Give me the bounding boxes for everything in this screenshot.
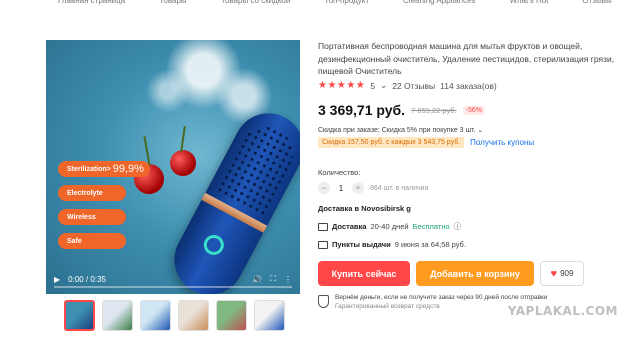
top-navigation: Главная страница Товары Товары со скидко… — [0, 0, 640, 8]
truck-icon — [318, 222, 328, 231]
chevron-down-icon: ⌄ — [477, 127, 484, 134]
play-icon[interactable]: ▶ — [54, 275, 60, 284]
order-discount-text[interactable]: Скидка при заказе: Скидка 5% при покупке… — [318, 126, 632, 134]
nav-item-sale[interactable]: Товары со скидкой — [221, 0, 291, 8]
watermark-logo: YAPLAKAL.COM — [507, 304, 618, 318]
pickup-info: 9 июня за 64,58 руб. — [394, 240, 466, 249]
feature-safe: Safe — [58, 233, 126, 249]
nav-item-reviews[interactable]: Отзывы — [582, 0, 611, 8]
delivery-row: Доставка 20-40 дней Бесплатно ⓘ — [318, 221, 632, 232]
wishlist-button[interactable]: ♥ 909 — [540, 261, 584, 286]
delivery-free: Бесплатно — [412, 222, 450, 231]
coupon-row: Скидка 157,50 руб. с каждых 3 543,75 руб… — [318, 137, 632, 148]
shield-icon — [318, 295, 329, 308]
buy-now-button[interactable]: Купить сейчас — [318, 261, 410, 286]
reviews-link[interactable]: 22 Отзывы — [392, 81, 435, 91]
quantity-stepper: − 1 + 864 шт. в наличии — [318, 182, 632, 194]
quantity-value[interactable]: 1 — [336, 184, 346, 193]
thumbnail-1[interactable] — [64, 300, 95, 331]
nav-item-cleaning[interactable]: Cleaning Appliances — [403, 0, 476, 8]
pickup-row: Пункты выдачи 9 июня за 64,58 руб. — [318, 240, 632, 249]
rating-value: 5 — [370, 80, 376, 91]
feature-list: Sterilization> 99,9% Electrolyte Wireless… — [58, 161, 150, 249]
guarantee-title: Вернём деньги, если не получите заказ че… — [335, 294, 548, 301]
thumbnail-2[interactable] — [102, 300, 133, 331]
price-row: 3 369,71 руб. 7 659,22 руб. -56% — [318, 102, 632, 118]
thumbnail-5[interactable] — [216, 300, 247, 331]
product-video[interactable]: Sterilization> 99,9% Electrolyte Wireless… — [46, 40, 300, 294]
discount-badge: -56% — [462, 105, 486, 115]
more-icon[interactable]: ⋮ — [284, 275, 292, 284]
quantity-label: Количество: — [318, 168, 361, 177]
add-to-cart-button[interactable]: Добавить в корзину — [416, 261, 534, 286]
video-time: 0:00 / 0:35 — [68, 274, 106, 284]
action-buttons: Купить сейчас Добавить в корзину ♥ 909 — [318, 261, 632, 286]
cherry-image — [170, 150, 196, 176]
star-rating-icon: ★★★★★ — [318, 80, 366, 91]
nav-item-top[interactable]: Топ-продукт — [324, 0, 369, 8]
wishlist-count: 909 — [560, 269, 574, 278]
feature-sterilization: Sterilization> 99,9% — [58, 161, 150, 177]
info-icon[interactable]: ⓘ — [454, 221, 462, 232]
volume-icon[interactable]: 🔊 — [252, 275, 262, 284]
fullscreen-icon[interactable]: ⛶ — [270, 274, 276, 284]
nav-item-home[interactable]: Главная страница — [58, 0, 125, 8]
thumbnail-6[interactable] — [254, 300, 285, 331]
nav-item-hot[interactable]: What's Hot — [510, 0, 549, 8]
increase-button[interactable]: + — [352, 182, 364, 194]
decrease-button[interactable]: − — [318, 182, 330, 194]
pickup-point-icon — [318, 240, 328, 249]
current-price: 3 369,71 руб. — [318, 102, 406, 118]
heart-icon: ♥ — [550, 267, 558, 280]
video-controls: ▶ 0:00 / 0:35 🔊 ⛶ ⋮ — [46, 264, 300, 294]
product-info: Портативная беспроводная машина для мыть… — [318, 40, 632, 311]
thumbnail-4[interactable] — [178, 300, 209, 331]
orders-count: 114 заказа(ов) — [440, 80, 497, 91]
rating-row: ★★★★★ 5 ⌄ 22 Отзывы 114 заказа(ов) — [318, 80, 632, 91]
stock-count: 864 шт. в наличии — [370, 184, 429, 192]
get-coupons-link[interactable]: Получить купоны — [470, 138, 534, 147]
chevron-down-icon[interactable]: ⌄ — [380, 80, 387, 91]
nav-item-products[interactable]: Товары — [159, 0, 187, 8]
delivery-time: 20-40 дней — [370, 222, 409, 231]
thumbnail-strip — [64, 300, 285, 331]
product-title: Портативная беспроводная машина для мыть… — [318, 41, 615, 76]
feature-wireless: Wireless — [58, 209, 126, 225]
thumbnail-3[interactable] — [140, 300, 171, 331]
old-price: 7 659,22 руб. — [411, 105, 457, 115]
delivery-destination[interactable]: Доставка в Novosibirsk g — [318, 204, 632, 213]
coupon-badge: Скидка 157,50 руб. с каждых 3 543,75 руб… — [318, 137, 465, 148]
video-progress-bar[interactable] — [54, 286, 292, 288]
feature-electrolyte: Electrolyte — [58, 185, 126, 201]
